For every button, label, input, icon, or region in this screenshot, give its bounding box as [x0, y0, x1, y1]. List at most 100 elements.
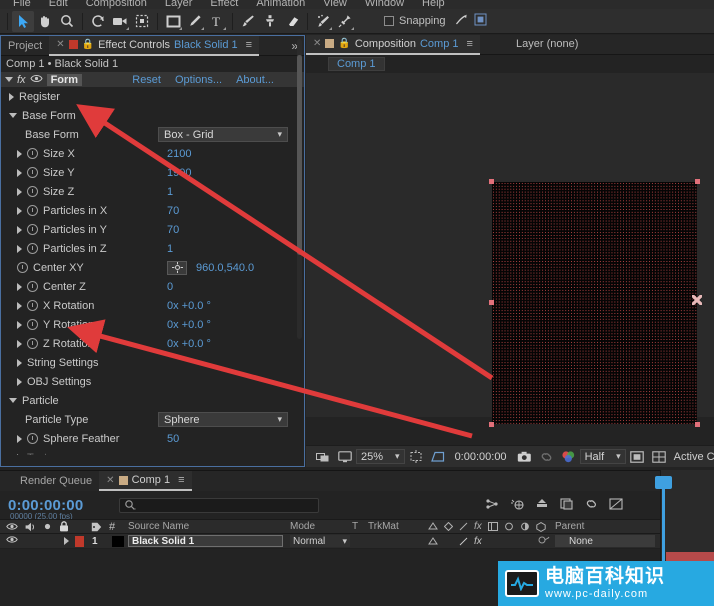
property-row-base-form[interactable]: Base Form Box - Grid ▾ [1, 125, 304, 144]
motion-blur-icon[interactable] [510, 498, 524, 513]
property-row-particle-type[interactable]: Particle Type Sphere ▾ [1, 410, 304, 429]
panel-menu-icon[interactable]: ≡ [246, 39, 252, 51]
expand-triangle-down-icon[interactable] [9, 113, 17, 118]
tab-comp-1[interactable]: ✕ Comp 1 ≡ [99, 471, 192, 491]
comp-viewer-stage[interactable] [306, 73, 714, 427]
expand-triangle-right-icon[interactable] [17, 377, 22, 386]
zoom-tool[interactable] [56, 11, 78, 32]
anchor-point-icon[interactable] [692, 295, 702, 305]
channel-picker-icon[interactable] [557, 446, 580, 468]
property-row-center-z[interactable]: Center Z 0 [1, 277, 304, 296]
expand-triangle-right-icon[interactable] [9, 92, 14, 101]
effect-toggle-icon[interactable] [30, 73, 43, 87]
row-mode-select[interactable]: Normal ▾ [290, 535, 350, 547]
shape-tool[interactable] [162, 11, 184, 32]
rotation-tool[interactable] [87, 11, 109, 32]
tab-close-icon[interactable]: ✕ [56, 39, 64, 50]
property-value[interactable]: 960.0,540.0 [196, 262, 254, 274]
link-icon[interactable] [585, 498, 598, 513]
column-trkmat[interactable]: TrkMat [368, 521, 399, 532]
property-value[interactable]: 2100 [167, 148, 191, 160]
row-label-color[interactable] [75, 535, 84, 547]
type-tool[interactable]: T [206, 11, 228, 32]
expand-triangle-right-icon[interactable] [17, 187, 22, 196]
stopwatch-icon[interactable] [27, 186, 38, 197]
row-parent-select[interactable]: None [555, 535, 655, 547]
effect-name[interactable]: Form [46, 73, 83, 86]
expand-triangle-right-icon[interactable] [17, 225, 22, 234]
comp-flowchart-icon[interactable] [560, 497, 574, 513]
property-dropdown[interactable]: Sphere ▾ [158, 412, 288, 427]
current-time-indicator-head[interactable] [655, 476, 672, 489]
expand-triangle-right-icon[interactable] [17, 301, 22, 310]
roto-brush-tool[interactable] [312, 11, 334, 32]
tab-project[interactable]: Project [1, 36, 49, 56]
expand-triangle-right-icon[interactable] [17, 168, 22, 177]
expand-triangle-right-icon[interactable] [17, 244, 22, 253]
expand-triangle-right-icon[interactable] [17, 149, 22, 158]
handle-top-left[interactable] [489, 179, 494, 184]
menu-item-edit[interactable]: Edit [40, 0, 77, 9]
reset-link[interactable]: Reset [132, 74, 161, 86]
property-scrollbar-thumb[interactable] [297, 55, 302, 255]
timeline-panel-menu-icon[interactable]: ≡ [178, 474, 184, 486]
property-value[interactable]: 1900 [167, 167, 191, 179]
property-value[interactable]: 0x +0.0 ° [167, 300, 211, 312]
property-value[interactable]: 50 [167, 433, 179, 445]
timeline-search-input[interactable] [119, 497, 320, 513]
view-layout-icon[interactable] [648, 446, 670, 468]
camera-tool[interactable] [109, 11, 131, 32]
menu-item-help[interactable]: Help [413, 0, 454, 9]
column-mode[interactable]: Mode [290, 521, 315, 532]
column-parent[interactable]: Parent [555, 521, 584, 532]
expand-triangle-right-icon[interactable] [17, 320, 22, 329]
property-value[interactable]: 1 [167, 243, 173, 255]
property-row-particles-in-x[interactable]: Particles in X 70 [1, 201, 304, 220]
effect-header[interactable]: fx Form Reset Options... About... [1, 72, 304, 87]
comp-lock-icon[interactable]: 🔒 [338, 38, 350, 49]
property-value[interactable]: 70 [167, 224, 179, 236]
current-timecode[interactable]: 0:00:00:00 [8, 497, 83, 514]
menu-item-view[interactable]: View [314, 0, 356, 9]
column-source-name[interactable]: Source Name [128, 521, 189, 532]
property-row-particle[interactable]: Particle [1, 391, 304, 410]
stopwatch-icon[interactable] [27, 243, 38, 254]
black-solid-layer[interactable] [489, 179, 702, 427]
stopwatch-icon[interactable] [27, 281, 38, 292]
snapping-control[interactable]: Snapping [384, 13, 487, 29]
expand-triangle-right-icon[interactable] [17, 453, 22, 455]
stopwatch-icon[interactable] [27, 224, 38, 235]
puppet-pin-tool[interactable] [334, 11, 356, 32]
row-visibility-icon[interactable] [6, 535, 18, 547]
row-source-name[interactable]: Black Solid 1 [128, 535, 283, 547]
region-of-interest-tool[interactable] [131, 11, 153, 32]
clone-stamp-tool[interactable] [259, 11, 281, 32]
expand-triangle-down-icon[interactable] [9, 398, 17, 403]
tab-composition[interactable]: ✕ 🔒 Composition Comp 1 ≡ [306, 34, 480, 55]
brainstorm-icon[interactable] [609, 497, 623, 513]
stopwatch-icon[interactable] [27, 338, 38, 349]
stopwatch-icon[interactable] [27, 433, 38, 444]
main-viewer-icon[interactable] [334, 446, 356, 468]
stopwatch-icon[interactable] [27, 148, 38, 159]
menu-item-composition[interactable]: Composition [77, 0, 156, 9]
zoom-level-select[interactable]: 25% ▾ [356, 449, 405, 464]
snapshot-camera-icon[interactable] [513, 446, 536, 468]
property-row-z-rotation[interactable]: Z Rotation 0x +0.0 ° [1, 334, 304, 353]
property-scrollbar[interactable] [297, 39, 302, 339]
menu-item-file[interactable]: File [4, 0, 40, 9]
property-row-size-y[interactable]: Size Y 1900 [1, 163, 304, 182]
graph-toggle-icon[interactable] [535, 498, 549, 513]
expand-triangle-right-icon[interactable] [17, 206, 22, 215]
snapping-checkbox[interactable] [384, 16, 394, 26]
expand-triangle-right-icon[interactable] [17, 339, 22, 348]
grid-guides-icon[interactable] [474, 13, 487, 29]
column-t[interactable]: T [352, 521, 358, 532]
brush-tool[interactable] [237, 11, 259, 32]
menu-item-layer[interactable]: Layer [156, 0, 202, 9]
stopwatch-icon[interactable] [27, 205, 38, 216]
property-row-particles-in-y[interactable]: Particles in Y 70 [1, 220, 304, 239]
property-value[interactable]: 70 [167, 205, 179, 217]
property-value[interactable]: 0x +0.0 ° [167, 338, 211, 350]
about-link[interactable]: About... [236, 74, 274, 86]
